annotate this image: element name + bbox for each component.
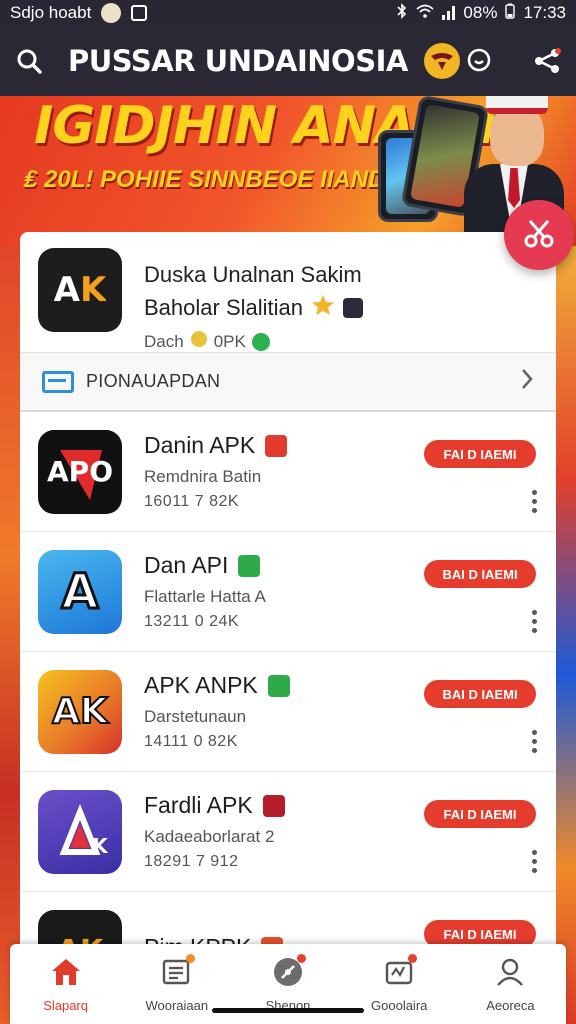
side-decoration-right [556, 246, 576, 1024]
presenter-hat [486, 96, 548, 114]
featured-size: 0PK [213, 331, 246, 351]
featured-icon-text: AK [53, 270, 107, 310]
online-icon [251, 332, 270, 351]
clock: 17:33 [523, 3, 566, 22]
apps-icon [383, 954, 418, 988]
star-icon [311, 294, 335, 322]
list-item[interactable]: AK Pim KPPK FAI D IAEMI [20, 892, 556, 952]
scissors-icon [522, 216, 556, 255]
signal-icon [442, 6, 456, 20]
notification-icon [101, 3, 122, 23]
install-button[interactable]: FAI D IAEMI [424, 440, 536, 468]
list-item[interactable]: K Fardli APK Kadaeaborlarat 2 18291 7 91… [20, 772, 556, 892]
app-size: 14111 0 82K [144, 733, 238, 750]
status-left-text: Sdjo hoabt [10, 3, 92, 22]
featured-title: Duska Unalnan Sakim [144, 262, 362, 287]
wifi-icon [416, 3, 435, 23]
app-icon: AK [38, 669, 122, 754]
news-icon [161, 954, 195, 988]
content-card: AK Duska Unalnan Sakim Baholar Slalitian… [20, 232, 556, 952]
battery-level: 08% [463, 3, 498, 22]
promo-banner[interactable]: IGIDJHIN ANAANA ₤ 20L! POHIIE SINNBEOE I… [0, 96, 576, 246]
app-icon: A [38, 549, 122, 634]
more-options-icon[interactable] [532, 490, 538, 513]
nav-label: Wooraiaan [145, 998, 209, 1013]
floating-action-button[interactable] [504, 200, 574, 270]
featured-subtitle: Baholar Slalitian [144, 295, 303, 320]
app-icon-text: APO [47, 455, 113, 488]
card-icon [42, 370, 74, 393]
app-bar: PUSSAR UNDAINOSIA [0, 26, 576, 96]
nav-item-profile[interactable]: Aeoreca [455, 944, 566, 1024]
featured-app-icon: AK [38, 248, 122, 332]
badge-icon [265, 434, 288, 457]
app-icon: APO [38, 429, 122, 514]
app-developer: Flattarle Hatta A [144, 587, 266, 606]
app-size: 18291 7 912 [144, 853, 239, 870]
install-button[interactable]: BAI D IAEMI [424, 680, 536, 708]
list-item[interactable]: A Dan API Flattarle Hatta A 13211 0 24K … [20, 532, 556, 652]
share-icon[interactable] [532, 46, 562, 76]
battery-icon [505, 3, 516, 24]
install-button[interactable]: BAI D IAEMI [424, 560, 536, 588]
app-size: 16011 7 82K [144, 493, 240, 510]
app-name: APK ANPK [144, 672, 258, 698]
app-icon-text: K [92, 833, 108, 858]
app-name: Danin APK [144, 432, 256, 458]
more-options-icon[interactable] [532, 850, 538, 873]
emblem-icon [423, 43, 460, 79]
app-list: APO Danin APK Remdnira Batin 16011 7 82K… [20, 412, 556, 952]
app-name: Dan API [144, 552, 229, 578]
app-developer: Kadaeaborlarat 2 [144, 827, 275, 846]
list-item[interactable]: APO Danin APK Remdnira Batin 16011 7 82K… [20, 412, 556, 532]
featured-meta: Dach [144, 331, 184, 351]
more-options-icon[interactable] [532, 730, 538, 753]
search-icon[interactable] [14, 46, 44, 76]
section-header[interactable]: PIONAUAPDAN [20, 352, 556, 412]
home-icon [50, 956, 82, 988]
bluetooth-icon [396, 2, 408, 24]
app-icon-text: AK [51, 690, 109, 733]
app-icon: K [38, 789, 122, 874]
explore-icon [272, 954, 306, 988]
more-options-icon[interactable] [532, 610, 538, 633]
home-indicator[interactable] [212, 1008, 364, 1013]
badge-icon [267, 674, 290, 697]
install-button[interactable]: FAI D IAEMI [424, 800, 536, 828]
nav-label: Aeoreca [486, 998, 535, 1013]
app-notification-icon [131, 5, 148, 21]
app-size: 13211 0 24K [144, 613, 240, 630]
nav-item-home[interactable]: Slaparq [10, 944, 121, 1024]
nav-label: Slaparq [43, 998, 88, 1013]
profile-icon [494, 956, 526, 988]
app-title: PUSSAR UNDAINOSIA [68, 44, 408, 78]
nav-label: Gooolaira [371, 998, 428, 1013]
chat-icon[interactable] [464, 46, 494, 76]
list-item[interactable]: AK APK ANPK Darstetunaun 14111 0 82K BAI… [20, 652, 556, 772]
chevron-right-icon[interactable] [520, 368, 534, 395]
badge-icon [238, 554, 261, 577]
side-decoration-left [0, 246, 20, 1024]
section-label: PIONAUAPDAN [86, 371, 221, 391]
verified-icon [342, 298, 363, 318]
app-icon-text: A [60, 562, 100, 621]
app-name: Fardli APK [144, 792, 253, 818]
coin-icon [190, 330, 208, 353]
badge-icon [262, 794, 285, 817]
app-developer: Remdnira Batin [144, 467, 262, 486]
featured-app[interactable]: AK Duska Unalnan Sakim Baholar Slalitian… [20, 232, 556, 352]
status-bar: Sdjo hoabt 08% 17:33 [0, 0, 576, 26]
app-developer: Darstetunaun [144, 707, 247, 726]
